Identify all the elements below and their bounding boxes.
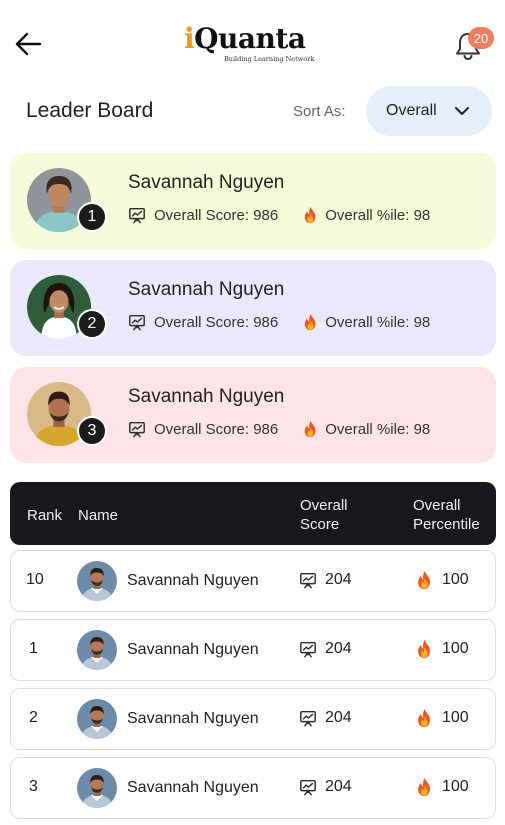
- row-rank: 10: [26, 571, 44, 588]
- table-row[interactable]: 2 Savannah Nguyen 204 100: [10, 688, 496, 750]
- column-header-score: Overall Score: [300, 497, 348, 533]
- row-percentile: 100: [415, 777, 469, 797]
- fire-icon: [415, 708, 434, 728]
- overall-percentile: Overall %ile: 98: [325, 313, 431, 331]
- sort-selected-value: Overall: [386, 102, 437, 119]
- row-name: Savannah Nguyen: [127, 572, 259, 589]
- row-percentile: 100: [415, 708, 469, 728]
- student-name: Savannah Nguyen: [128, 172, 285, 193]
- overall-score: Overall Score: 986: [154, 206, 279, 224]
- row-name: Savannah Nguyen: [127, 779, 259, 796]
- row-score: 204: [299, 571, 352, 589]
- presentation-chart-icon: [128, 420, 146, 438]
- presentation-chart-icon: [128, 313, 146, 331]
- arrow-left-icon: [15, 32, 42, 56]
- top-rank-card-3[interactable]: 3 Savannah Nguyen Overall Score: 986 Ove…: [10, 367, 496, 463]
- stats-row: Overall Score: 986 Overall %ile: 98: [128, 313, 430, 331]
- overall-percentile: Overall %ile: 98: [325, 420, 431, 438]
- row-rank: 3: [29, 778, 38, 795]
- back-button[interactable]: [12, 28, 44, 60]
- leaderboard-table-header: Rank Name Overall Score Overall Percenti…: [10, 482, 496, 545]
- fire-icon: [302, 313, 319, 331]
- chevron-down-icon: [455, 107, 469, 115]
- logo-wordmark: Quanta: [194, 22, 306, 55]
- student-name: Savannah Nguyen: [128, 386, 285, 407]
- overall-score: Overall Score: 986: [154, 313, 279, 331]
- row-name: Savannah Nguyen: [127, 710, 259, 727]
- overall-percentile: Overall %ile: 98: [325, 206, 431, 224]
- row-score: 204: [299, 640, 352, 658]
- row-score: 204: [299, 778, 352, 796]
- top-rank-card-2[interactable]: 2 Savannah Nguyen Overall Score: 986 Ove…: [10, 260, 496, 356]
- row-rank: 2: [29, 709, 38, 726]
- fire-icon: [302, 420, 319, 438]
- fire-icon: [415, 639, 434, 659]
- rank-badge: 2: [77, 309, 107, 339]
- logo-letter-i: i: [184, 22, 195, 55]
- notification-count-badge: 20: [468, 27, 494, 49]
- logo-tagline: Building Learning Network: [224, 55, 315, 63]
- fire-icon: [302, 206, 319, 224]
- stats-row: Overall Score: 986 Overall %ile: 98: [128, 420, 430, 438]
- avatar: [77, 561, 117, 601]
- table-row[interactable]: 3 Savannah Nguyen 204 100: [10, 757, 496, 819]
- student-name: Savannah Nguyen: [128, 279, 285, 300]
- column-header-rank: Rank: [27, 507, 63, 524]
- rank-badge: 1: [77, 202, 107, 232]
- presentation-chart-icon: [299, 709, 317, 727]
- column-header-percentile: Overall Percentile: [413, 497, 480, 533]
- avatar: [77, 768, 117, 808]
- row-percentile: 100: [415, 570, 469, 590]
- iquanta-logo: iQuanta Building Learning Network: [184, 22, 324, 66]
- rank-badge: 3: [77, 416, 107, 446]
- fire-icon: [415, 777, 434, 797]
- row-percentile: 100: [415, 639, 469, 659]
- row-name: Savannah Nguyen: [127, 641, 259, 658]
- table-row[interactable]: 1 Savannah Nguyen 204 100: [10, 619, 496, 681]
- avatar: [77, 630, 117, 670]
- table-row[interactable]: 10 Savannah Nguyen 204 100: [10, 550, 496, 612]
- sort-label: Sort As:: [293, 103, 346, 120]
- presentation-chart-icon: [299, 571, 317, 589]
- app-header: iQuanta Building Learning Network 20: [0, 0, 505, 80]
- top-rank-card-1[interactable]: 1 Savannah Nguyen Overall Score: 986 Ove…: [10, 153, 496, 249]
- presentation-chart-icon: [299, 640, 317, 658]
- row-score: 204: [299, 709, 352, 727]
- page-title: Leader Board: [26, 99, 154, 122]
- fire-icon: [415, 570, 434, 590]
- presentation-chart-icon: [299, 778, 317, 796]
- stats-row: Overall Score: 986 Overall %ile: 98: [128, 206, 430, 224]
- overall-score: Overall Score: 986: [154, 420, 279, 438]
- column-header-name: Name: [78, 507, 119, 524]
- presentation-chart-icon: [128, 206, 146, 224]
- row-rank: 1: [29, 640, 38, 657]
- sort-dropdown[interactable]: Overall: [366, 86, 492, 136]
- avatar: [77, 699, 117, 739]
